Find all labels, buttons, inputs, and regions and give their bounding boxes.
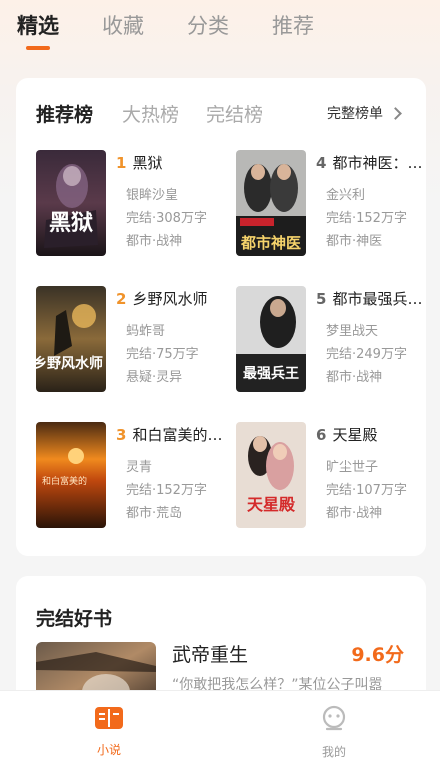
svg-text:和白富美的: 和白富美的 — [42, 475, 87, 487]
book-status: 完结·308万字 — [126, 211, 207, 226]
book-author: 灵青 — [126, 460, 153, 475]
book-cover: 乡野风水师 — [36, 286, 106, 392]
active-tab-indicator — [26, 46, 50, 50]
book-author: 梦里战天 — [326, 324, 379, 339]
rank-book[interactable]: 都市神医 4 都市神医：… 金兴利 完结·152万字 都市·神医 — [236, 150, 426, 256]
rank-number: 2 — [116, 290, 127, 308]
svg-text:天星殿: 天星殿 — [247, 495, 296, 514]
nav-label: 小说 — [96, 743, 121, 757]
nav-profile[interactable]: 我的 — [304, 705, 364, 760]
book-cover: 都市神医 — [236, 150, 306, 256]
rank-number: 6 — [316, 426, 327, 444]
rank-number: 1 — [116, 154, 127, 172]
book-author: 金兴利 — [326, 188, 366, 203]
book-tags: 都市·战神 — [326, 506, 383, 521]
rank-book[interactable]: 和白富美的 3 和白富美的… 灵青 完结·152万字 都市·荒岛 — [36, 422, 226, 528]
book-title[interactable]: 武帝重生 — [172, 640, 248, 667]
nav-label: 我的 — [321, 745, 346, 759]
book-status: 完结·152万字 — [126, 483, 207, 498]
book-title: 都市最强兵… — [332, 290, 423, 308]
svg-text:最强兵王: 最强兵王 — [243, 365, 299, 382]
book-status: 完结·107万字 — [326, 483, 407, 498]
book-status: 完结·152万字 — [326, 211, 407, 226]
profile-icon — [322, 705, 346, 731]
book-status: 完结·249万字 — [326, 347, 407, 362]
tab-featured[interactable]: 精选 — [17, 10, 59, 40]
svg-text:黑狱: 黑狱 — [49, 211, 93, 236]
book-author: 旷尘世子 — [326, 460, 379, 475]
book-tags: 都市·战神 — [326, 370, 383, 385]
book-title: 乡野风水师 — [132, 290, 208, 308]
rank-book[interactable]: 天星殿 6 天星殿 旷尘世子 完结·107万字 都市·战神 — [236, 422, 426, 528]
tab-favorites[interactable]: 收藏 — [102, 10, 144, 40]
book-score: 9.6分 — [351, 644, 404, 666]
rank-tab-hot[interactable]: 大热榜 — [122, 100, 179, 127]
book-title: 都市神医：… — [332, 154, 423, 172]
rank-number: 3 — [116, 426, 127, 444]
rank-book[interactable]: 最强兵王 5 都市最强兵… 梦里战天 完结·249万字 都市·战神 — [236, 286, 426, 392]
book-author: 蚂蚱哥 — [126, 324, 166, 339]
book-tags: 都市·神医 — [326, 234, 383, 249]
rank-book[interactable]: 乡野风水师 2 乡野风水师 蚂蚱哥 完结·75万字 悬疑·灵异 — [36, 286, 226, 392]
tab-recommend[interactable]: 推荐 — [272, 10, 314, 40]
book-cover: 黑狱 — [36, 150, 106, 256]
bottom-nav: 小说 我的 — [0, 690, 440, 770]
book-cover: 最强兵王 — [236, 286, 306, 392]
book-cover: 和白富美的 — [36, 422, 106, 528]
nav-novel[interactable]: 小说 — [79, 705, 139, 758]
rank-tab-finished[interactable]: 完结榜 — [206, 100, 263, 127]
full-list-link[interactable]: 完整榜单 — [327, 103, 402, 123]
section-title: 完结好书 — [36, 608, 113, 630]
book-status: 完结·75万字 — [126, 347, 199, 362]
book-icon — [95, 707, 123, 729]
top-tab-bar: 精选 收藏 分类 推荐 — [0, 0, 440, 60]
book-title: 天星殿 — [332, 426, 378, 444]
book-title: 和白富美的… — [132, 426, 223, 444]
rank-book[interactable]: 黑狱 1 黑狱 银眸沙皇 完结·308万字 都市·战神 — [36, 150, 226, 256]
book-author: 银眸沙皇 — [126, 188, 179, 203]
svg-text:乡野风水师: 乡野风水师 — [36, 355, 103, 372]
book-cover: 天星殿 — [236, 422, 306, 528]
tab-categories[interactable]: 分类 — [187, 10, 229, 40]
ranking-card: 推荐榜 大热榜 完结榜 完整榜单 黑狱 1 黑狱 银眸沙皇 完结·308万字 都市… — [16, 78, 426, 556]
chevron-right-icon — [389, 106, 402, 120]
full-list-label: 完整榜单 — [327, 106, 383, 122]
rank-number: 4 — [316, 154, 327, 172]
book-tags: 悬疑·灵异 — [126, 370, 183, 385]
rank-tab-recommend[interactable]: 推荐榜 — [36, 100, 93, 127]
book-title: 黑狱 — [132, 154, 163, 172]
svg-text:都市神医: 都市神医 — [240, 234, 301, 252]
book-tags: 都市·荒岛 — [126, 506, 183, 521]
book-tags: 都市·战神 — [126, 234, 183, 249]
rank-number: 5 — [316, 290, 327, 308]
